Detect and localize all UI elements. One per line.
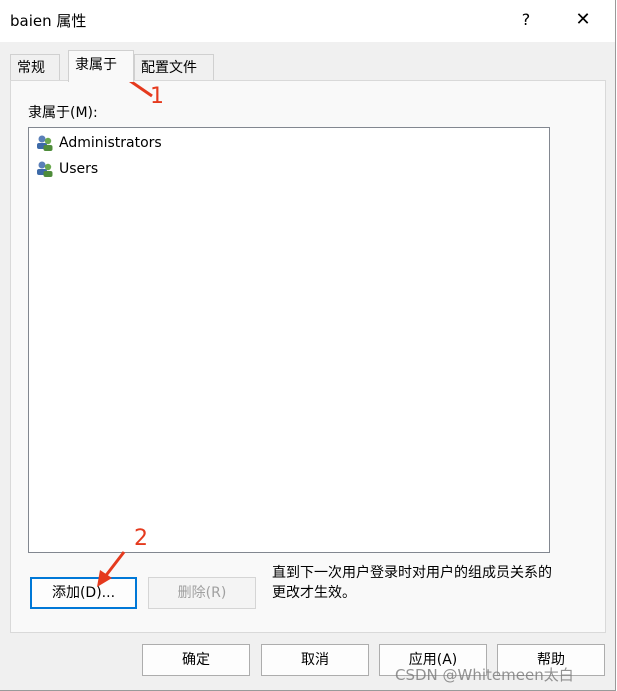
title-bar: baien 属性 ? ✕ xyxy=(0,0,615,42)
watermark: CSDN @Whitemeen太白 xyxy=(395,666,574,684)
list-item[interactable]: Administrators xyxy=(35,132,162,154)
group-name: Administrators xyxy=(59,135,162,151)
properties-dialog: baien 属性 ? ✕ 常规 隶属于 配置文件 隶属于(M): Adminis… xyxy=(0,0,616,691)
close-button[interactable]: ✕ xyxy=(571,8,595,32)
groups-listbox[interactable]: Administrators Users xyxy=(28,127,550,553)
ok-button[interactable]: 确定 xyxy=(142,644,250,676)
window-title: baien 属性 xyxy=(10,12,87,30)
group-name: Users xyxy=(59,161,99,177)
membership-note: 直到下一次用户登录时对用户的组成员关系的更改才生效。 xyxy=(272,565,552,601)
tab-member-of[interactable]: 隶属于 xyxy=(68,50,134,82)
annotation-step-2: 2 xyxy=(134,526,148,551)
user-group-icon xyxy=(37,135,53,151)
user-group-icon xyxy=(37,161,53,177)
annotation-arrow-2 xyxy=(97,551,126,587)
list-item[interactable]: Users xyxy=(35,158,98,180)
remove-button[interactable]: 删除(R) xyxy=(148,577,256,609)
cancel-button[interactable]: 取消 xyxy=(261,644,369,676)
help-button[interactable]: ? xyxy=(514,8,538,32)
annotation-step-1: 1 xyxy=(150,84,164,109)
tab-general[interactable]: 常规 xyxy=(10,54,60,81)
member-of-label: 隶属于(M): xyxy=(28,105,98,121)
